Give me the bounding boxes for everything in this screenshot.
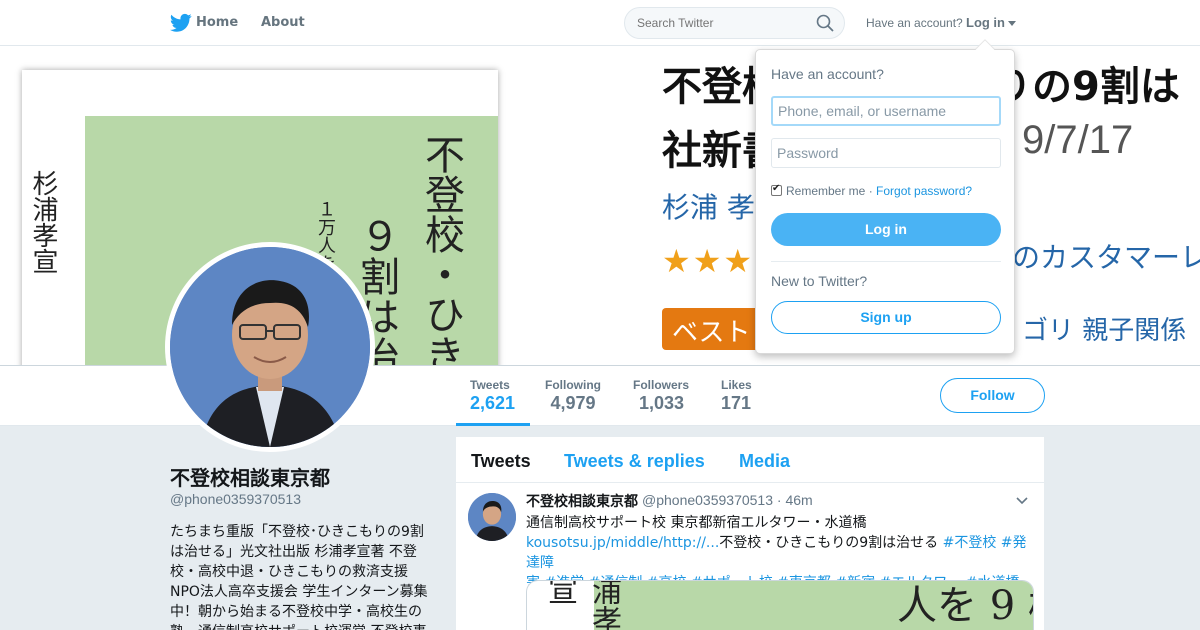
banner-rating-stars: ★★★	[662, 242, 755, 280]
banner-customer-review: のカスタマーレ	[1012, 241, 1200, 274]
signup-button[interactable]: Sign up	[771, 301, 1001, 334]
login-heading: Have an account?	[771, 66, 884, 82]
stat-tweets[interactable]: Tweets 2,621	[470, 378, 515, 414]
tweet-author-handle[interactable]: @phone0359370513 · 46m	[642, 492, 813, 508]
book-title-text: 不登校・ひき	[418, 134, 464, 366]
profile-bio: たちまち重版「不登校･ひきこもりの9割は治せる」光文社出版 杉浦孝宣著 不登校・…	[170, 524, 428, 630]
login-button[interactable]: Log in	[771, 213, 1001, 246]
follow-button[interactable]: Follow	[940, 378, 1045, 413]
password-input[interactable]	[771, 138, 1001, 168]
profile-avatar[interactable]	[165, 242, 375, 452]
search-input[interactable]	[624, 7, 845, 39]
book-author-text: 杉浦孝宣	[28, 170, 58, 274]
remember-me-checkbox[interactable]	[771, 183, 782, 196]
username-input[interactable]	[771, 96, 1001, 126]
timeline: Tweets Tweets & replies Media 不登校相談東京都 @…	[456, 437, 1044, 630]
forgot-password-link[interactable]: Forgot password?	[876, 184, 972, 198]
active-stat-underline	[456, 423, 530, 426]
search-icon[interactable]	[815, 13, 835, 33]
tab-media[interactable]: Media	[739, 451, 790, 472]
banner-date: 9/7/17	[1022, 118, 1134, 162]
remember-me-row: Remember me · Forgot password?	[771, 183, 972, 198]
stat-followers[interactable]: Followers 1,033	[633, 378, 689, 414]
banner-author: 杉浦 孝	[662, 191, 755, 224]
caret-down-icon[interactable]	[1008, 21, 1016, 26]
nav-home-link[interactable]: Home	[196, 15, 238, 30]
tweet-media-image[interactable]: 浦孝宣 人を 9 校	[526, 580, 1034, 630]
person-portrait-icon	[170, 247, 370, 447]
tab-tweets[interactable]: Tweets	[471, 451, 531, 472]
twitter-bird-icon[interactable]	[170, 13, 192, 33]
login-dropdown-toggle[interactable]: Log in	[966, 15, 1005, 30]
chevron-down-icon[interactable]	[1016, 495, 1028, 507]
login-dropdown: Have an account? Remember me · Forgot pa…	[755, 39, 1015, 354]
profile-name[interactable]: 不登校相談東京都	[170, 462, 330, 491]
tweet-item[interactable]: 不登校相談東京都 @phone0359370513 · 46m 通信制高校サポー…	[456, 483, 1044, 630]
banner-category-tags: ゴリ 親子関係	[1022, 316, 1187, 346]
stat-likes[interactable]: Likes 171	[721, 378, 752, 414]
have-account-text: Have an account?	[866, 16, 963, 30]
divider	[771, 261, 1001, 262]
tweet-link[interactable]: kousotsu.jp/middle/http://...	[526, 535, 719, 551]
timeline-tabs: Tweets Tweets & replies Media	[456, 437, 1044, 483]
tweet-author-name[interactable]: 不登校相談東京都	[526, 491, 638, 511]
profile-handle[interactable]: @phone0359370513	[170, 491, 301, 507]
tab-tweets-replies[interactable]: Tweets & replies	[564, 451, 705, 472]
tweet-avatar[interactable]	[468, 493, 516, 541]
new-to-twitter-text: New to Twitter?	[771, 273, 868, 289]
top-nav-bar: Home About Have an account? Log in	[0, 0, 1200, 46]
person-portrait-icon	[468, 493, 516, 541]
nav-about-link[interactable]: About	[261, 15, 305, 30]
stat-following[interactable]: Following 4,979	[545, 378, 601, 414]
